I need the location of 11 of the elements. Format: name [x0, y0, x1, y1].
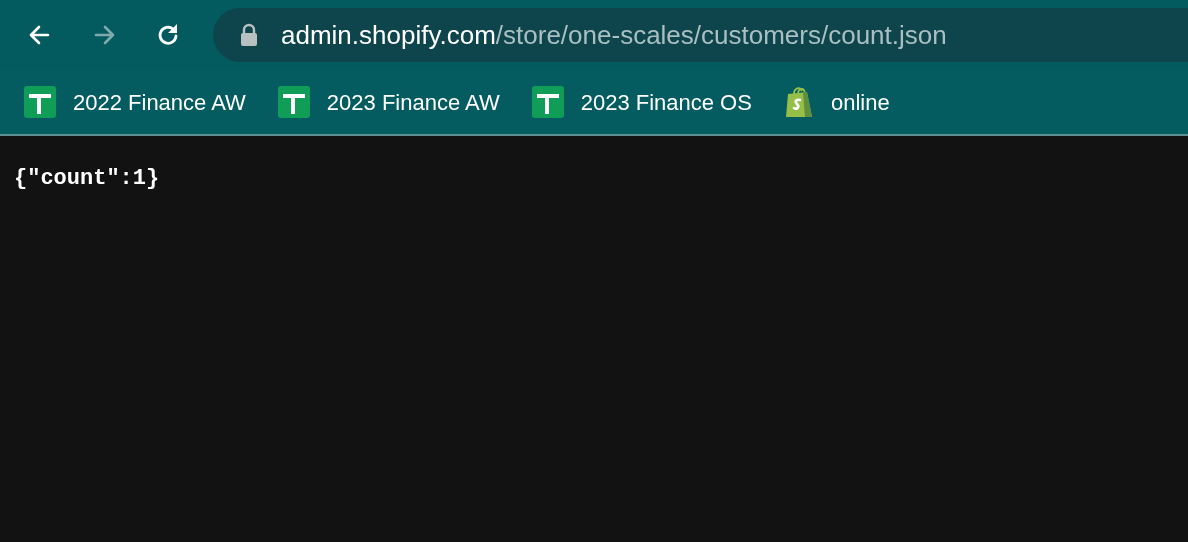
spreadsheet-icon — [531, 86, 564, 118]
bookmark[interactable]: 2023 Finance OS — [531, 85, 752, 119]
shopping-bag-icon — [783, 85, 814, 119]
spreadsheet-icon — [24, 86, 56, 118]
address-bar[interactable]: admin.shopify.com/store/one-scales/customers/count.json — [213, 8, 1188, 62]
bookmark[interactable]: 2023 Finance AW — [277, 85, 500, 119]
spreadsheet-icon — [277, 86, 310, 118]
bookmark[interactable]: online — [783, 85, 890, 119]
url-text: admin.shopify.com/store/one-scales/customers/count.json — [281, 18, 947, 52]
bookmark[interactable]: 2022 Finance AW — [24, 85, 246, 119]
json-text: {"count":1} — [13, 165, 161, 193]
